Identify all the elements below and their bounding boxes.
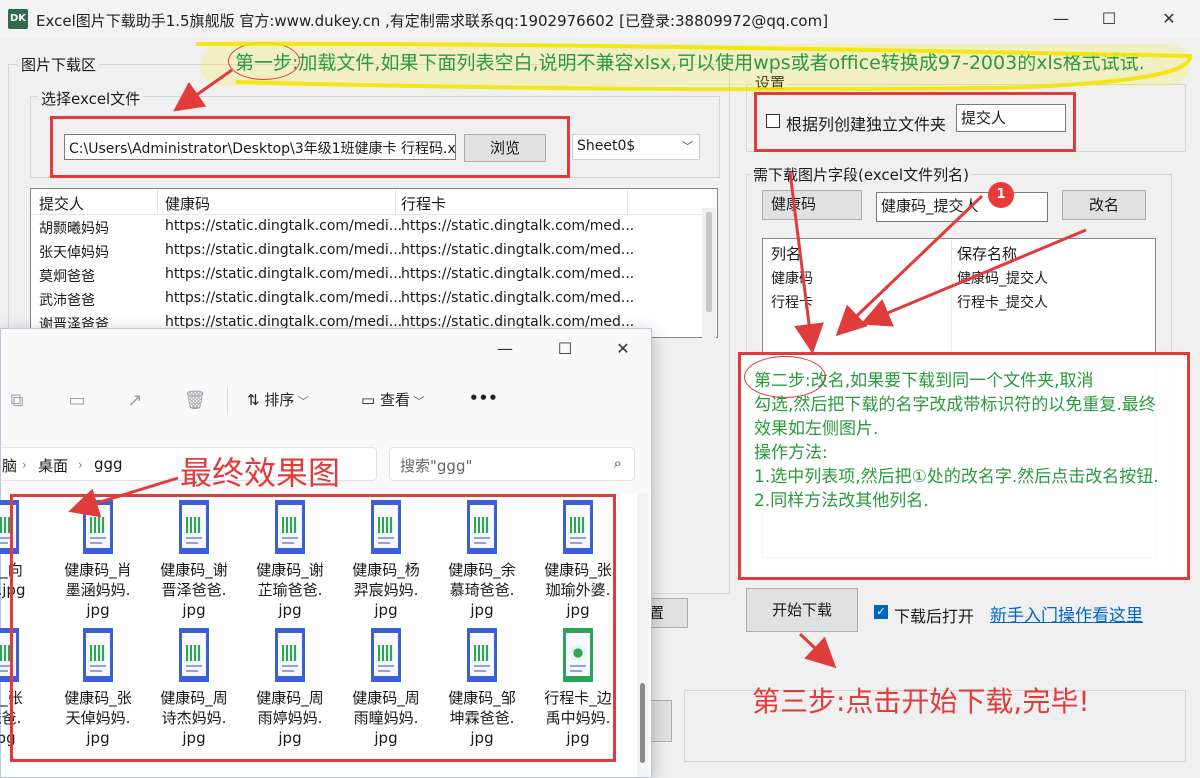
chevron-down-icon: ﹀ [409, 395, 425, 408]
column-header[interactable]: 列名 [771, 243, 801, 264]
step2-line: 第二步:改名,如果要下载到同一个文件夹,取消 [754, 371, 1094, 391]
sheet-table-scrollbar[interactable] [702, 208, 716, 338]
table-row[interactable]: 胡颢曦妈妈 https://static.dingtalk.com/medi..… [31, 215, 717, 239]
search-placeholder: 搜索"ggg" [400, 457, 473, 475]
step3-annotation: 第三步:点击开始下载,完毕! [752, 685, 1090, 718]
step2-line: 勾选,然后把下载的名字改成带标识符的以免重复.最终 [754, 395, 1156, 415]
table-cell: https://static.dingtalk.com/medi... [165, 266, 403, 282]
minimize-button[interactable]: — [1038, 4, 1084, 34]
file-select-highlight [50, 116, 570, 178]
settings-highlight [754, 92, 1076, 152]
view-menu[interactable]: ▭ 查看 ﹀ [361, 389, 424, 410]
step2-line: 效果如左侧图片. [754, 419, 879, 439]
step1-annotation: 第一步:加载文件,如果下面列表空白,说明不兼容xlsx,可以使用wps或者off… [235, 52, 1145, 74]
search-box[interactable]: 搜索"ggg" ⌕ [389, 447, 635, 481]
chevron-right-icon: › [78, 458, 83, 472]
table-row[interactable]: 健康码 健康码_提交人 [763, 265, 1155, 289]
table-cell: https://static.dingtalk.com/med... [401, 290, 635, 306]
step2-line: 2.同样方法改其他列名. [754, 491, 929, 511]
breadcrumb-item[interactable]: 桌面 [38, 455, 68, 476]
explorer-maximize-button[interactable]: ☐ [545, 335, 585, 363]
column-header[interactable]: 行程卡 [401, 193, 446, 214]
table-cell: 胡颢曦妈妈 [39, 221, 109, 237]
explorer-scrollbar[interactable] [637, 493, 649, 777]
sort-menu[interactable]: ⇅ 排序 ﹀ [247, 389, 309, 410]
view-label: 查看 [379, 391, 410, 409]
chevron-down-icon: ﹀ [682, 140, 693, 153]
step2-annotation: 第二步:改名,如果要下载到同一个文件夹,取消 勾选,然后把下载的名字改成带标识符… [754, 369, 1159, 513]
step2-line: 操作方法: [754, 443, 828, 463]
table-cell: https://static.dingtalk.com/med... [401, 242, 635, 258]
explorer-close-button[interactable]: ✕ [603, 335, 643, 363]
arrow-step3 [798, 632, 837, 669]
rename-icon[interactable]: ▭ [63, 387, 91, 415]
table-cell: https://static.dingtalk.com/med... [401, 266, 635, 282]
sheet-table-header: 提交人 健康码 行程卡 [31, 189, 717, 215]
column-header[interactable]: 保存名称 [957, 243, 1017, 264]
column-header[interactable]: 健康码 [165, 193, 210, 214]
table-cell: 张天倬妈妈 [39, 245, 109, 261]
maximize-button[interactable]: ☐ [1086, 4, 1132, 34]
table-row[interactable]: 张天倬妈妈 https://static.dingtalk.com/medi..… [31, 239, 717, 263]
final-result-label: 最终效果图 [180, 454, 341, 492]
view-icon: ▭ [361, 391, 380, 409]
table-cell: 行程卡 [771, 295, 813, 311]
start-download-button[interactable]: 开始下载 [746, 588, 858, 632]
table-row[interactable]: 行程卡 行程卡_提交人 [763, 289, 1155, 313]
window-title: Excel图片下载助手1.5旗舰版 官方:www.dukey.cn ,有定制需求… [36, 12, 829, 30]
step1-circle [228, 42, 300, 80]
sheet-table[interactable]: 提交人 健康码 行程卡 胡颢曦妈妈 https://static.dingtal… [30, 188, 718, 338]
app-icon: DK [8, 9, 28, 29]
rename-button[interactable]: 改名 [1062, 190, 1146, 220]
open-after-label: 下载后打开 [894, 607, 975, 626]
step-badge: 1 [988, 182, 1014, 208]
table-cell: 健康码 [771, 271, 813, 287]
scroll-thumb[interactable] [640, 683, 645, 763]
fields-title: 需下载图片字段(excel文件列名) [750, 164, 972, 185]
table-cell: https://static.dingtalk.com/medi... [165, 218, 403, 234]
more-options-button[interactable]: ••• [469, 389, 498, 407]
table-cell: https://static.dingtalk.com/medi... [165, 290, 403, 306]
chevron-right-icon: › [22, 458, 27, 472]
table-row[interactable]: 武沛爸爸 https://static.dingtalk.com/medi...… [31, 287, 717, 311]
excel-file-title: 选择excel文件 [38, 88, 144, 109]
chevron-down-icon: ﹀ [294, 395, 309, 408]
table-row[interactable]: 莫炯爸爸 https://static.dingtalk.com/medi...… [31, 263, 717, 287]
search-icon[interactable]: ⌕ [614, 454, 622, 472]
table-cell: https://static.dingtalk.com/med... [401, 218, 635, 234]
breadcrumb-item[interactable]: ggg [94, 455, 123, 473]
scroll-thumb[interactable] [706, 212, 712, 312]
table-cell: 莫炯爸爸 [39, 269, 95, 285]
close-button[interactable]: ✕ [1146, 4, 1192, 34]
title-bar: DK Excel图片下载助手1.5旗舰版 官方:www.dukey.cn ,有定… [0, 0, 1200, 38]
selected-column-display[interactable]: 健康码 [762, 190, 862, 220]
sort-label: 排序 [264, 391, 295, 409]
table-cell: https://static.dingtalk.com/medi... [165, 242, 403, 258]
step2-line: 1.选中列表项,然后把①处的改名字.然后点击改名按钮. [754, 467, 1159, 487]
copy-icon[interactable]: ⧉ [3, 387, 31, 415]
column-header[interactable]: 提交人 [39, 193, 84, 214]
rename-field[interactable]: 健康码_提交人 [876, 192, 1048, 222]
share-icon[interactable]: ↗ [121, 387, 149, 415]
table-cell: 行程卡_提交人 [957, 295, 1048, 311]
open-after-checkbox[interactable]: ✓ [874, 605, 888, 619]
sheet-select-value: Sheet0$ [577, 138, 636, 154]
fields-table-header: 列名 保存名称 [763, 239, 1155, 265]
table-cell: 健康码_提交人 [957, 271, 1048, 287]
breadcrumb-item[interactable]: 脑 [2, 455, 17, 476]
sheet-select[interactable]: Sheet0$ ﹀ [572, 134, 700, 160]
help-link[interactable]: 新手入门操作看这里 [990, 601, 1143, 626]
delete-icon[interactable]: 🗑 [181, 387, 209, 415]
sort-icon: ⇅ [247, 391, 265, 409]
explorer-minimize-button[interactable]: — [485, 335, 525, 363]
download-area-title: 图片下载区 [18, 54, 100, 75]
table-cell: 武沛爸爸 [39, 293, 95, 309]
file-grid-highlight [10, 494, 616, 762]
